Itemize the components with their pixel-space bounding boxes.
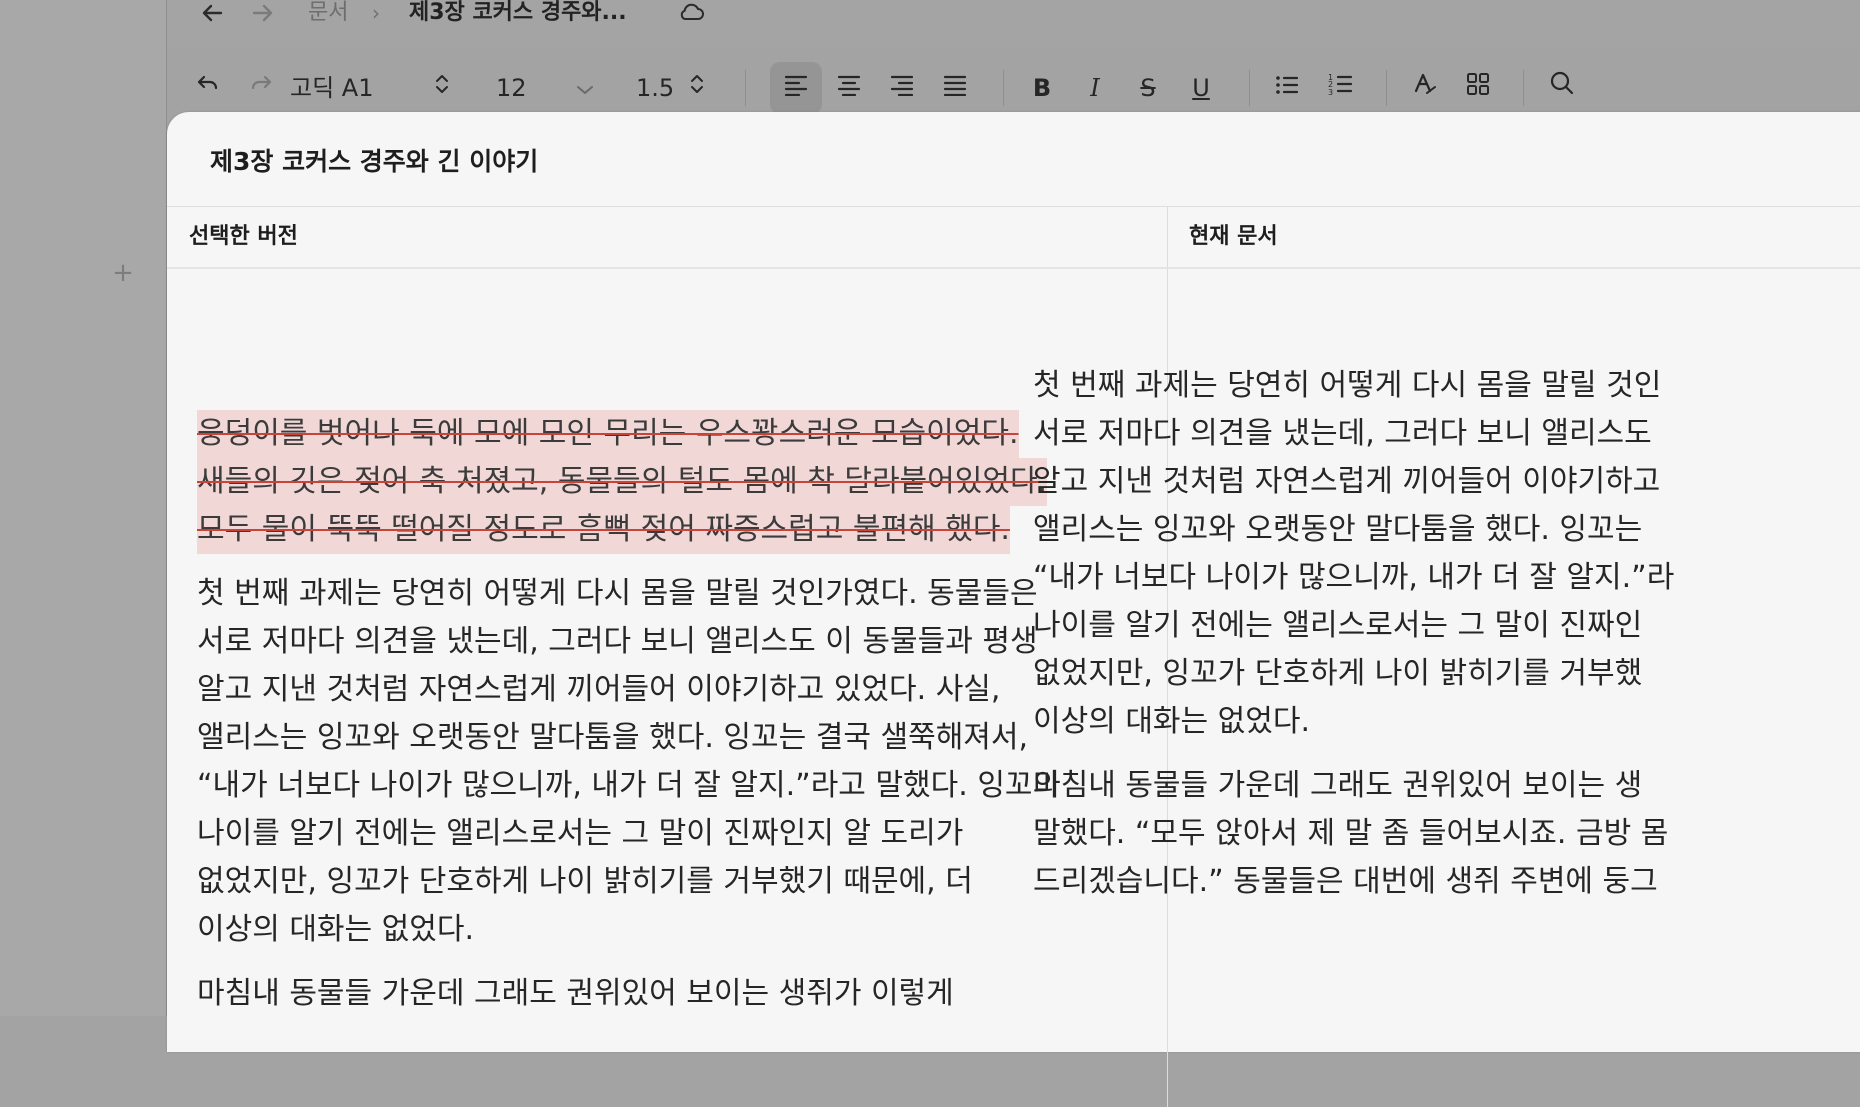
italic-icon[interactable]: I — [1080, 70, 1110, 106]
header-divider — [167, 267, 1860, 269]
numbered-list-icon[interactable]: 123 — [1326, 70, 1356, 106]
breadcrumb-current[interactable]: 제3장 코커스 경주와... — [409, 0, 627, 27]
current-document-header: 현재 문서 — [1189, 224, 1278, 249]
deleted-line: 모두 물이 뚝뚝 떨어질 정도로 흠뻑 젖어 짜증스럽고 불편해 했다. — [197, 506, 1010, 554]
deleted-line: 새들의 깃은 젖어 축 처졌고, 동물들의 털도 몸에 착 달라붙어있었다. — [197, 458, 1048, 506]
toolbar-divider — [1386, 70, 1387, 106]
redo-icon[interactable] — [246, 70, 276, 106]
breadcrumb-root[interactable]: 문서 — [308, 0, 348, 27]
strikethrough-icon[interactable]: S — [1133, 70, 1163, 106]
toolbar-divider — [745, 70, 746, 106]
arrow-left-icon[interactable] — [197, 0, 227, 26]
chevron-down-icon[interactable] — [575, 70, 595, 106]
grid-icon[interactable] — [1463, 70, 1493, 106]
undo-icon[interactable] — [193, 70, 223, 106]
clear-format-icon[interactable] — [1410, 70, 1440, 106]
bullet-list-icon[interactable] — [1272, 70, 1302, 106]
format-toolbar: 고딕 A1 12 1.5 B I S U 123 — [167, 60, 1860, 116]
add-icon[interactable]: + — [112, 260, 134, 286]
align-center-icon[interactable] — [834, 70, 864, 106]
left-rail — [0, 0, 166, 1016]
align-right-icon[interactable] — [887, 70, 917, 106]
selected-version-header: 선택한 버전 — [189, 224, 298, 249]
svg-text:3: 3 — [1328, 88, 1333, 96]
font-stepper-icon[interactable] — [432, 70, 452, 106]
cloud-icon[interactable] — [676, 0, 706, 28]
current-document-pane: 첫 번째 과제는 당연히 어떻게 다시 몸을 말릴 것인 서로 저마다 의견을 … — [1033, 362, 1860, 922]
breadcrumb-separator: › — [372, 1, 380, 25]
paragraph: 마침내 동물들 가운데 그래도 권위있어 보이는 생 말했다. “모두 앉아서 … — [1033, 768, 1669, 899]
toolbar-divider — [1003, 70, 1004, 106]
search-icon[interactable] — [1547, 70, 1577, 106]
paragraph: 첫 번째 과제는 당연히 어떻게 다시 몸을 말릴 것인가였다. 동물들은 서로… — [197, 576, 1061, 947]
underline-icon[interactable]: U — [1186, 70, 1216, 106]
font-size-select[interactable]: 12 — [496, 70, 536, 106]
deleted-line: 웅덩이를 벗어나 둑에 모에 모인 무리는 우스꽝스러운 모습이었다. — [197, 410, 1019, 458]
deleted-block: 웅덩이를 벗어나 둑에 모에 모인 무리는 우스꽝스러운 모습이었다. 새들의 … — [197, 410, 1147, 554]
font-select[interactable]: 고딕 A1 — [290, 70, 400, 106]
align-left-icon[interactable] — [781, 70, 811, 106]
selected-version-pane: 웅덩이를 벗어나 둑에 모에 모인 무리는 우스꽝스러운 모습이었다. 새들의 … — [197, 410, 1147, 1034]
toolbar-divider — [1249, 70, 1250, 106]
toolbar-divider — [1523, 70, 1524, 106]
paragraph: 마침내 동물들 가운데 그래도 권위있어 보이는 생쥐가 이렇게 — [197, 976, 954, 1011]
top-nav: 문서 › 제3장 코커스 경주와... — [167, 0, 1860, 48]
bold-icon[interactable]: B — [1027, 70, 1057, 106]
paragraph: 첫 번째 과제는 당연히 어떻게 다시 몸을 말릴 것인 서로 저마다 의견을 … — [1033, 368, 1675, 739]
title-divider — [167, 206, 1860, 207]
arrow-right-icon[interactable] — [248, 0, 278, 26]
dialog-title: 제3장 코커스 경주와 긴 이야기 — [210, 147, 539, 176]
align-justify-icon[interactable] — [940, 70, 970, 106]
line-height-select[interactable]: 1.5 — [636, 70, 676, 106]
line-height-stepper-icon[interactable] — [687, 70, 707, 106]
